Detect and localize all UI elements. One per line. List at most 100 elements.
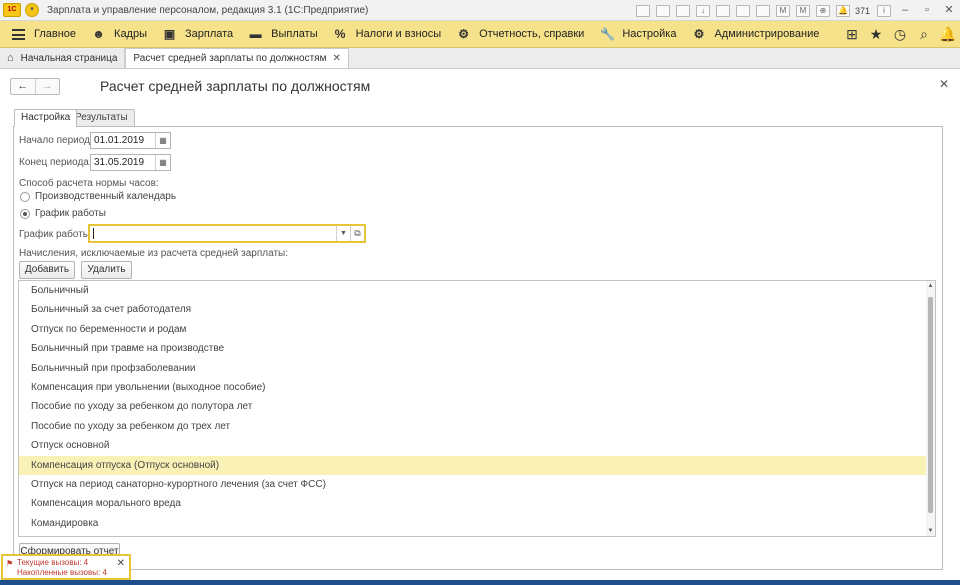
table-icon[interactable] xyxy=(735,4,750,17)
tab-results[interactable]: Результаты xyxy=(68,109,135,126)
notifications-bell-icon[interactable]: 🔔 xyxy=(936,21,960,48)
copy-icon[interactable] xyxy=(715,4,730,17)
scroll-down-icon[interactable]: ▼ xyxy=(926,526,935,536)
chevron-down-icon[interactable]: ▼ xyxy=(336,226,350,241)
radio-circle-selected[interactable] xyxy=(20,208,30,219)
app-logo: 1С xyxy=(3,3,21,17)
close-window-button[interactable]: ✕ xyxy=(938,0,960,21)
save-icon[interactable] xyxy=(675,4,690,17)
performance-popup: ⚑ Текущие вызовы: 4 Накопленные вызовы: … xyxy=(1,554,131,580)
bell-icon[interactable]: 🔔 xyxy=(835,4,850,17)
method-label: Способ расчета нормы часов: xyxy=(19,178,159,189)
menu-item-admin[interactable]: ⚙ Администрирование xyxy=(684,21,827,48)
navigation-buttons: ← → xyxy=(10,78,60,95)
app-menu-button[interactable]: ▾ xyxy=(25,3,39,17)
text-cursor xyxy=(93,228,94,239)
menu-item-payments[interactable]: ▬ Выплаты xyxy=(241,21,325,48)
maximize-button[interactable]: ▫ xyxy=(916,0,938,21)
star-icon[interactable]: ★ xyxy=(864,21,888,48)
radio-work-schedule[interactable]: График работы xyxy=(20,208,106,219)
accruals-list[interactable]: Больничный Больничный за счет работодате… xyxy=(18,280,936,537)
list-item[interactable]: Отпуск основной xyxy=(19,436,935,455)
download-icon[interactable]: ↓ xyxy=(695,4,710,17)
open-windows-bar: ⌂ Начальная страница Расчет средней зарп… xyxy=(0,48,960,69)
tab-close-icon[interactable]: ✕ xyxy=(332,49,340,68)
menu-item-taxes[interactable]: % Налоги и взносы xyxy=(326,21,450,48)
tab-home[interactable]: ⌂ Начальная страница xyxy=(0,48,126,68)
payroll-icon: ▣ xyxy=(163,26,176,41)
history-icon[interactable]: ◷ xyxy=(888,21,912,48)
popup-close-icon[interactable]: ✕ xyxy=(117,558,125,569)
menu-item-hr[interactable]: ☻ Кадры xyxy=(84,21,155,48)
period-end-field[interactable]: 31.05.2019 ▦ xyxy=(90,154,171,171)
calendar-icon[interactable]: ▦ xyxy=(155,155,170,170)
list-item-selected[interactable]: Компенсация отпуска (Отпуск основной) xyxy=(19,455,935,475)
schedule-input[interactable]: ▼ ⧉ xyxy=(88,224,366,243)
period-start-value: 01.01.2019 xyxy=(94,135,145,146)
calendar-icon[interactable]: ▦ xyxy=(155,133,170,148)
tab-avg-salary[interactable]: Расчет средней зарплаты по должностям ✕ xyxy=(125,48,349,68)
m-minus-icon[interactable]: M xyxy=(795,4,810,17)
list-item[interactable]: Больничный при профзаболевании xyxy=(19,359,935,378)
print-icon[interactable] xyxy=(655,4,670,17)
menu-item-reports[interactable]: ⚙ Отчетность, справки xyxy=(449,21,592,48)
open-icon[interactable]: ⧉ xyxy=(350,226,364,241)
grid-icon[interactable] xyxy=(635,4,650,17)
schedule-label: График работы: xyxy=(19,229,93,240)
list-item[interactable]: Больничный за счет работодателя xyxy=(19,300,935,319)
accumulated-calls-text: Накопленные вызовы: 4 xyxy=(17,568,107,577)
list-item[interactable]: Отпуск на период санаторно-курортного ле… xyxy=(19,475,935,494)
list-item[interactable]: Компенсация при увольнении (выходное пос… xyxy=(19,378,935,397)
period-end-value: 31.05.2019 xyxy=(94,157,145,168)
forward-arrow-icon[interactable]: → xyxy=(34,79,60,94)
back-arrow-icon[interactable]: ← xyxy=(11,79,35,94)
list-item[interactable]: Больничный при травме на производстве xyxy=(19,339,935,358)
form-title: Расчет средней зарплаты по должностям xyxy=(100,78,371,94)
period-start-label: Начало периода: xyxy=(19,135,99,146)
list-item[interactable]: Пособие по уходу за ребенком до полутора… xyxy=(19,397,935,416)
taskbar xyxy=(0,580,960,585)
exclusions-label: Начисления, исключаемые из расчета средн… xyxy=(19,248,288,259)
calendar-icon[interactable] xyxy=(755,4,770,17)
list-item[interactable]: Отпуск по беременности и родам xyxy=(19,320,935,339)
gear-icon: ⚙ xyxy=(693,26,705,41)
menu-right-tools: ⊞ ★ ◷ ⌕ 🔔 xyxy=(840,21,960,48)
list-item[interactable]: Компенсация морального вреда xyxy=(19,494,935,513)
scroll-thumb[interactable] xyxy=(928,297,933,513)
notification-count: 371 xyxy=(854,5,870,16)
reports-icon: ⚙ xyxy=(458,26,469,41)
period-start-field[interactable]: 01.01.2019 ▦ xyxy=(90,132,171,149)
schedule-value[interactable] xyxy=(90,226,336,241)
add-button[interactable]: Добавить xyxy=(19,261,75,279)
radio-production-calendar[interactable]: Производственный календарь xyxy=(20,191,176,202)
tab-settings[interactable]: Настройка xyxy=(14,109,78,127)
people-icon: ☻ xyxy=(92,26,105,41)
delete-button[interactable]: Удалить xyxy=(81,261,132,279)
list-scrollbar[interactable]: ▲ ▼ xyxy=(926,281,935,536)
menu-item-main[interactable]: Главное xyxy=(0,21,84,48)
list-item[interactable]: Больничный xyxy=(19,281,935,300)
radio-circle[interactable] xyxy=(20,191,30,202)
zoom-icon[interactable]: ⊕ xyxy=(815,4,830,17)
money-icon: ▬ xyxy=(249,26,262,41)
sections-menu: Главное ☻ Кадры ▣ Зарплата ▬ Выплаты % Н… xyxy=(0,21,960,48)
wrench-icon: 🔧 xyxy=(600,26,616,41)
window-title: Зарплата и управление персоналом, редакц… xyxy=(47,4,369,16)
period-end-label: Конец периода: xyxy=(19,157,92,168)
list-item[interactable]: Пособие по уходу за ребенком до трех лет xyxy=(19,417,935,436)
list-item[interactable]: Командировка xyxy=(19,514,935,533)
m-plus-icon[interactable]: M xyxy=(775,4,790,17)
search-icon[interactable]: ⌕ xyxy=(912,21,936,48)
menu-item-settings[interactable]: 🔧 Настройка xyxy=(592,21,684,48)
form-close-icon[interactable]: ✕ xyxy=(939,77,949,91)
title-bar-tools: ↓ M M ⊕ 🔔 371 i – ▫ ✕ xyxy=(633,0,960,21)
menu-item-payroll[interactable]: ▣ Зарплата xyxy=(155,21,241,48)
scroll-up-icon[interactable]: ▲ xyxy=(926,281,935,291)
info-icon[interactable]: i xyxy=(877,4,891,17)
apps-grid-icon[interactable]: ⊞ xyxy=(840,21,864,48)
minimize-button[interactable]: – xyxy=(894,0,916,21)
title-bar: 1С ▾ Зарплата и управление персоналом, р… xyxy=(0,0,960,21)
performance-icon: ⚑ xyxy=(6,559,14,568)
home-icon: ⌂ xyxy=(7,51,14,64)
percent-icon: % xyxy=(334,26,346,41)
